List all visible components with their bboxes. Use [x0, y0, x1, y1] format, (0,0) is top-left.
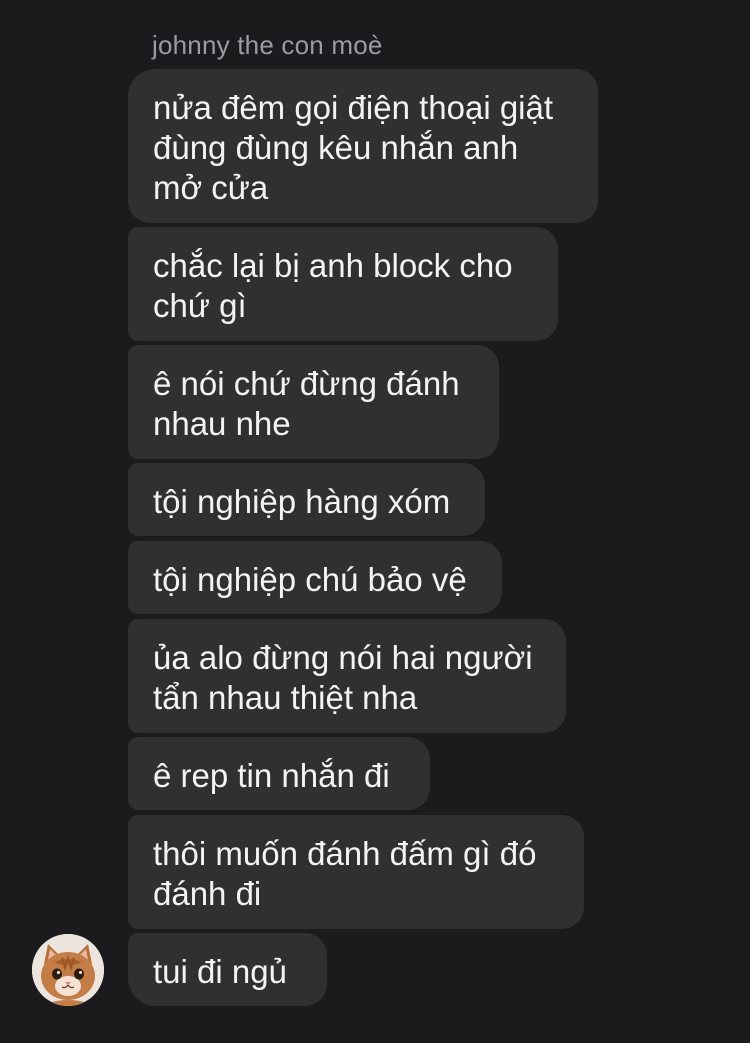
- message-line: ê rep tin nhắn đi: [153, 757, 390, 794]
- message-line: tội nghiệp chú bảo vệ: [153, 561, 467, 598]
- message-line: nửa đêm gọi điện thoại giật: [153, 89, 554, 126]
- message-line: tui đi ngủ: [153, 953, 287, 990]
- message-bubble-6[interactable]: ủa alo đừng nói hai người tẩn nhau thiệt…: [128, 619, 566, 733]
- message-line: ủa alo đừng nói hai người: [153, 639, 533, 676]
- message-bubble-8[interactable]: thôi muốn đánh đấm gì đó đánh đi: [128, 815, 584, 929]
- message-bubble-1[interactable]: nửa đêm gọi điện thoại giật đùng đùng kê…: [128, 69, 598, 223]
- message-bubble-3[interactable]: ê nói chứ đừng đánh nhau nhe: [128, 345, 499, 459]
- message-bubble-9[interactable]: tui đi ngủ: [128, 933, 327, 1006]
- message-line: tội nghiệp hàng xóm: [153, 483, 451, 520]
- message-line: đánh đi: [153, 875, 262, 912]
- message-bubble-5[interactable]: tội nghiệp chú bảo vệ: [128, 541, 502, 614]
- message-line: đùng đùng kêu nhắn anh: [153, 129, 519, 166]
- message-bubble-2[interactable]: chắc lại bị anh block cho chứ gì: [128, 227, 558, 341]
- message-line: mở cửa: [153, 169, 269, 206]
- message-bubble-7[interactable]: ê rep tin nhắn đi: [128, 737, 430, 810]
- message-line: thôi muốn đánh đấm gì đó: [153, 835, 537, 872]
- message-line: ê nói chứ đừng đánh: [153, 365, 460, 402]
- message-line: chứ gì: [153, 287, 247, 324]
- cat-avatar-icon: [32, 934, 104, 1006]
- message-line: chắc lại bị anh block cho: [153, 247, 513, 284]
- message-line: tẩn nhau thiệt nha: [153, 679, 418, 716]
- message-bubble-4[interactable]: tội nghiệp hàng xóm: [128, 463, 485, 536]
- avatar[interactable]: [32, 934, 104, 1006]
- message-line: nhau nhe: [153, 405, 291, 442]
- message-thread: johnny the con moè nửa đêm gọi điện thoạ…: [0, 0, 750, 1043]
- sender-name: johnny the con moè: [152, 30, 383, 60]
